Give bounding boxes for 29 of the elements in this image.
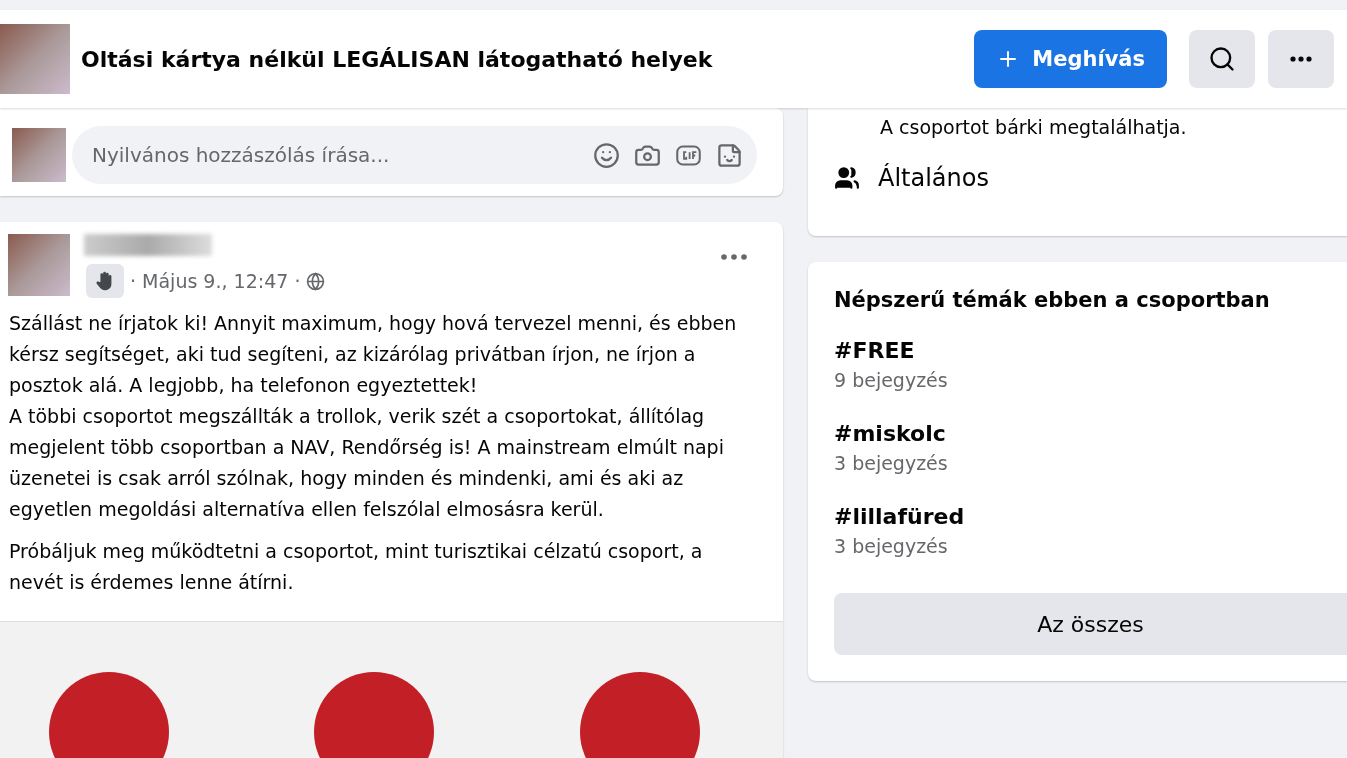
invite-button[interactable]: Meghívás	[974, 30, 1167, 88]
post-count: 3 bejegyzés	[834, 452, 949, 474]
search-icon	[1208, 45, 1236, 73]
comment-input[interactable]: Nyilvános hozzászólás írása...	[90, 142, 579, 168]
hand-badge-icon	[86, 264, 124, 298]
author-avatar	[8, 234, 70, 296]
group-title: Oltási kártya nélkül LEGÁLISAN látogatható helyek	[81, 46, 714, 72]
hashtag-link[interactable]: #lillafüred	[834, 504, 1347, 529]
sticker-icon[interactable]	[716, 141, 743, 169]
topics-title: Népszerű témák ebben a csoportban	[834, 288, 1271, 312]
post-count: 9 bejegyzés	[834, 369, 949, 391]
group-icon	[834, 165, 860, 191]
post-count: 3 bejegyzés	[834, 535, 949, 557]
visibility-text: A csoportot bárki megtalálhatja.	[879, 116, 1188, 138]
category-text: Általános	[878, 164, 989, 192]
hashtag-link[interactable]: #FREE	[834, 338, 1347, 363]
post-paragraph: Próbáljuk meg működtetni a csoportot, mint turisztikai célzatú csoport, a nevét is érdemes lenne átírni.	[9, 539, 704, 595]
post-options-icon[interactable]	[721, 254, 747, 260]
more-icon	[1290, 56, 1312, 62]
post-paragraph: Szállást ne írjatok ki! Annyit maximum, hogy hová tervezel menni, és ebben kérsz segítséget, aki tud segíteni, az kizárólag privátban írjon, ne írjon a posztok alá. A legjobb, ha telefonon egyeztettek! A többi csoportot megszállták a trollok, verik szét a csoportokat, állítólag megjelent több csoportban a NAV, Rendőrség is! A mainstream elmúlt napi üzenetei is csak arról szólnak, hogy minden és mindenki, ami és aki az egyetlen megoldási alternatíva ellen felszólal elmosásra kerül.	[9, 311, 738, 522]
see-all-button[interactable]: Az összes	[834, 593, 1347, 655]
emoji-icon[interactable]	[593, 141, 620, 169]
search-button[interactable]	[1189, 30, 1255, 88]
post-timestamp[interactable]: · Május 9., 12:47 ·	[130, 270, 301, 292]
hashtag-link[interactable]: #miskolc	[834, 421, 1347, 446]
user-avatar	[12, 128, 66, 182]
group-avatar	[0, 24, 70, 94]
comment-field[interactable]: Nyilvános hozzászólás írása...	[72, 126, 757, 184]
globe-icon	[306, 271, 326, 291]
